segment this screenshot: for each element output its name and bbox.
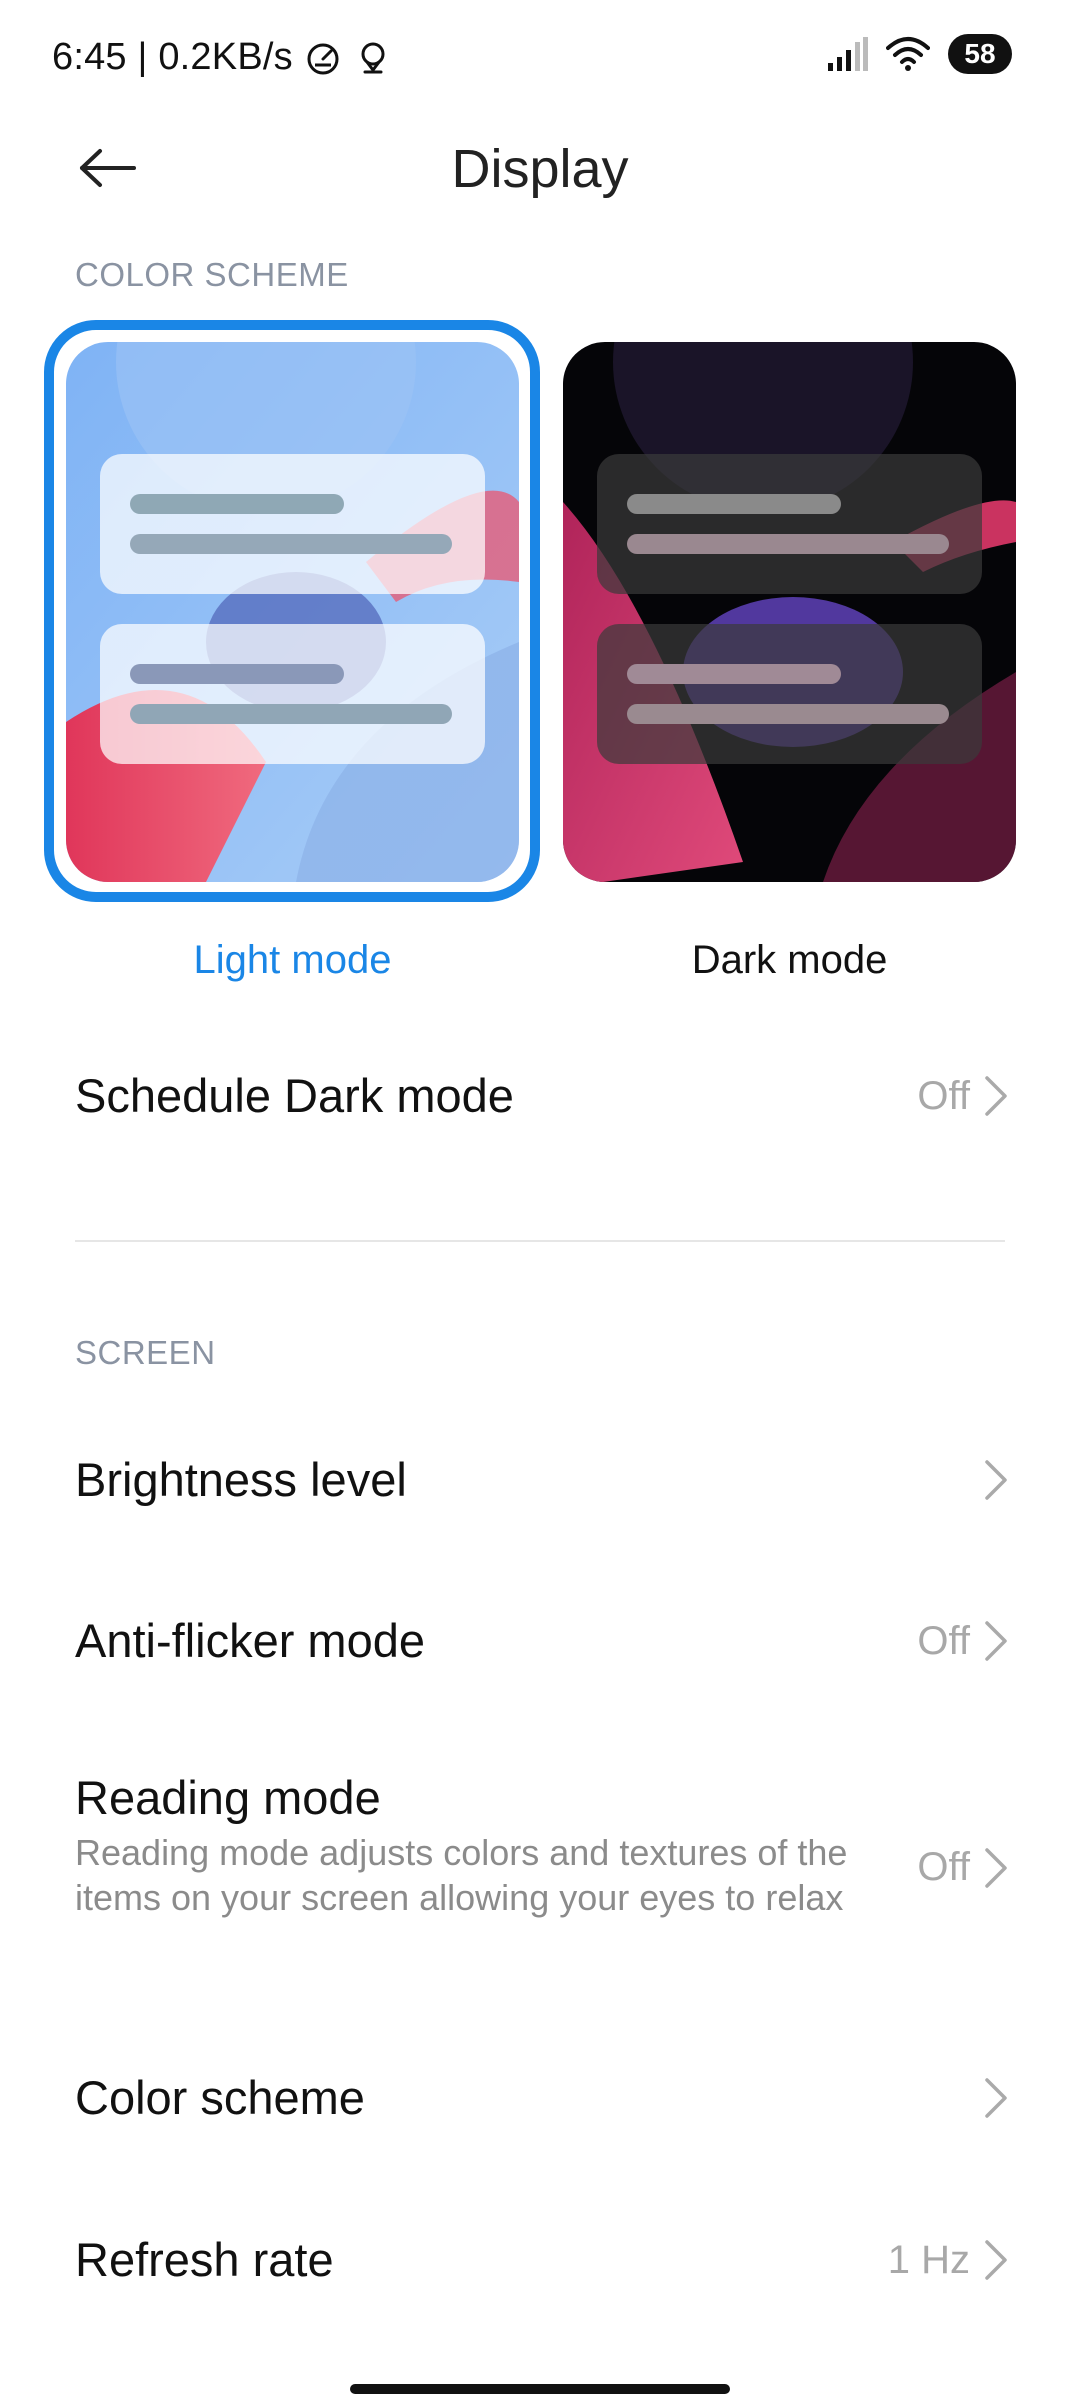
dark-mode-preview-image — [563, 342, 1016, 882]
page-title: Display — [451, 139, 629, 199]
chevron-right-icon — [985, 1848, 1007, 1888]
light-mode-label[interactable]: Light mode — [66, 938, 519, 983]
reading-mode-value: Off — [917, 1845, 970, 1889]
location-icon — [361, 42, 385, 73]
chevron-right-icon — [985, 2240, 1007, 2280]
refresh-rate-title: Refresh rate — [75, 2233, 334, 2286]
brightness-level-title: Brightness level — [75, 1453, 407, 1506]
battery-level: 58 — [964, 38, 996, 69]
section-header-screen: SCREEN — [75, 1334, 216, 1371]
chevron-right-icon — [985, 2078, 1007, 2118]
reading-mode-title: Reading mode — [75, 1771, 381, 1824]
dark-mode-preview[interactable] — [563, 342, 1016, 882]
anti-flicker-mode-value: Off — [917, 1619, 970, 1663]
anti-flicker-mode-title: Anti-flicker mode — [75, 1614, 425, 1667]
schedule-dark-mode-value: Off — [917, 1074, 970, 1118]
section-header-color-scheme: COLOR SCHEME — [75, 256, 349, 293]
status-bar-left: 6:45 | 0.2KB/s — [52, 36, 393, 79]
chevron-right-icon — [985, 1621, 1007, 1661]
status-bar-right: 58 — [828, 34, 1012, 74]
dark-mode-label[interactable]: Dark mode — [563, 938, 1016, 983]
home-indicator[interactable] — [350, 2384, 730, 2394]
speedometer-icon — [307, 43, 339, 74]
signal-icon — [828, 37, 868, 71]
status-time-speed: 6:45 | 0.2KB/s — [52, 36, 293, 78]
chevron-right-icon — [985, 1076, 1007, 1116]
light-mode-preview-image — [66, 342, 519, 882]
section-divider — [75, 1240, 1005, 1242]
schedule-dark-mode-title: Schedule Dark mode — [75, 1069, 514, 1122]
chevron-right-icon — [985, 1460, 1007, 1500]
reading-mode-description: Reading mode adjusts colors and textures… — [75, 1832, 848, 1918]
wifi-icon — [886, 37, 930, 71]
light-mode-preview[interactable] — [66, 342, 519, 882]
color-scheme-title: Color scheme — [75, 2071, 365, 2124]
battery-icon: 58 — [948, 34, 1012, 74]
refresh-rate-value: 1 Hz — [887, 2238, 970, 2282]
